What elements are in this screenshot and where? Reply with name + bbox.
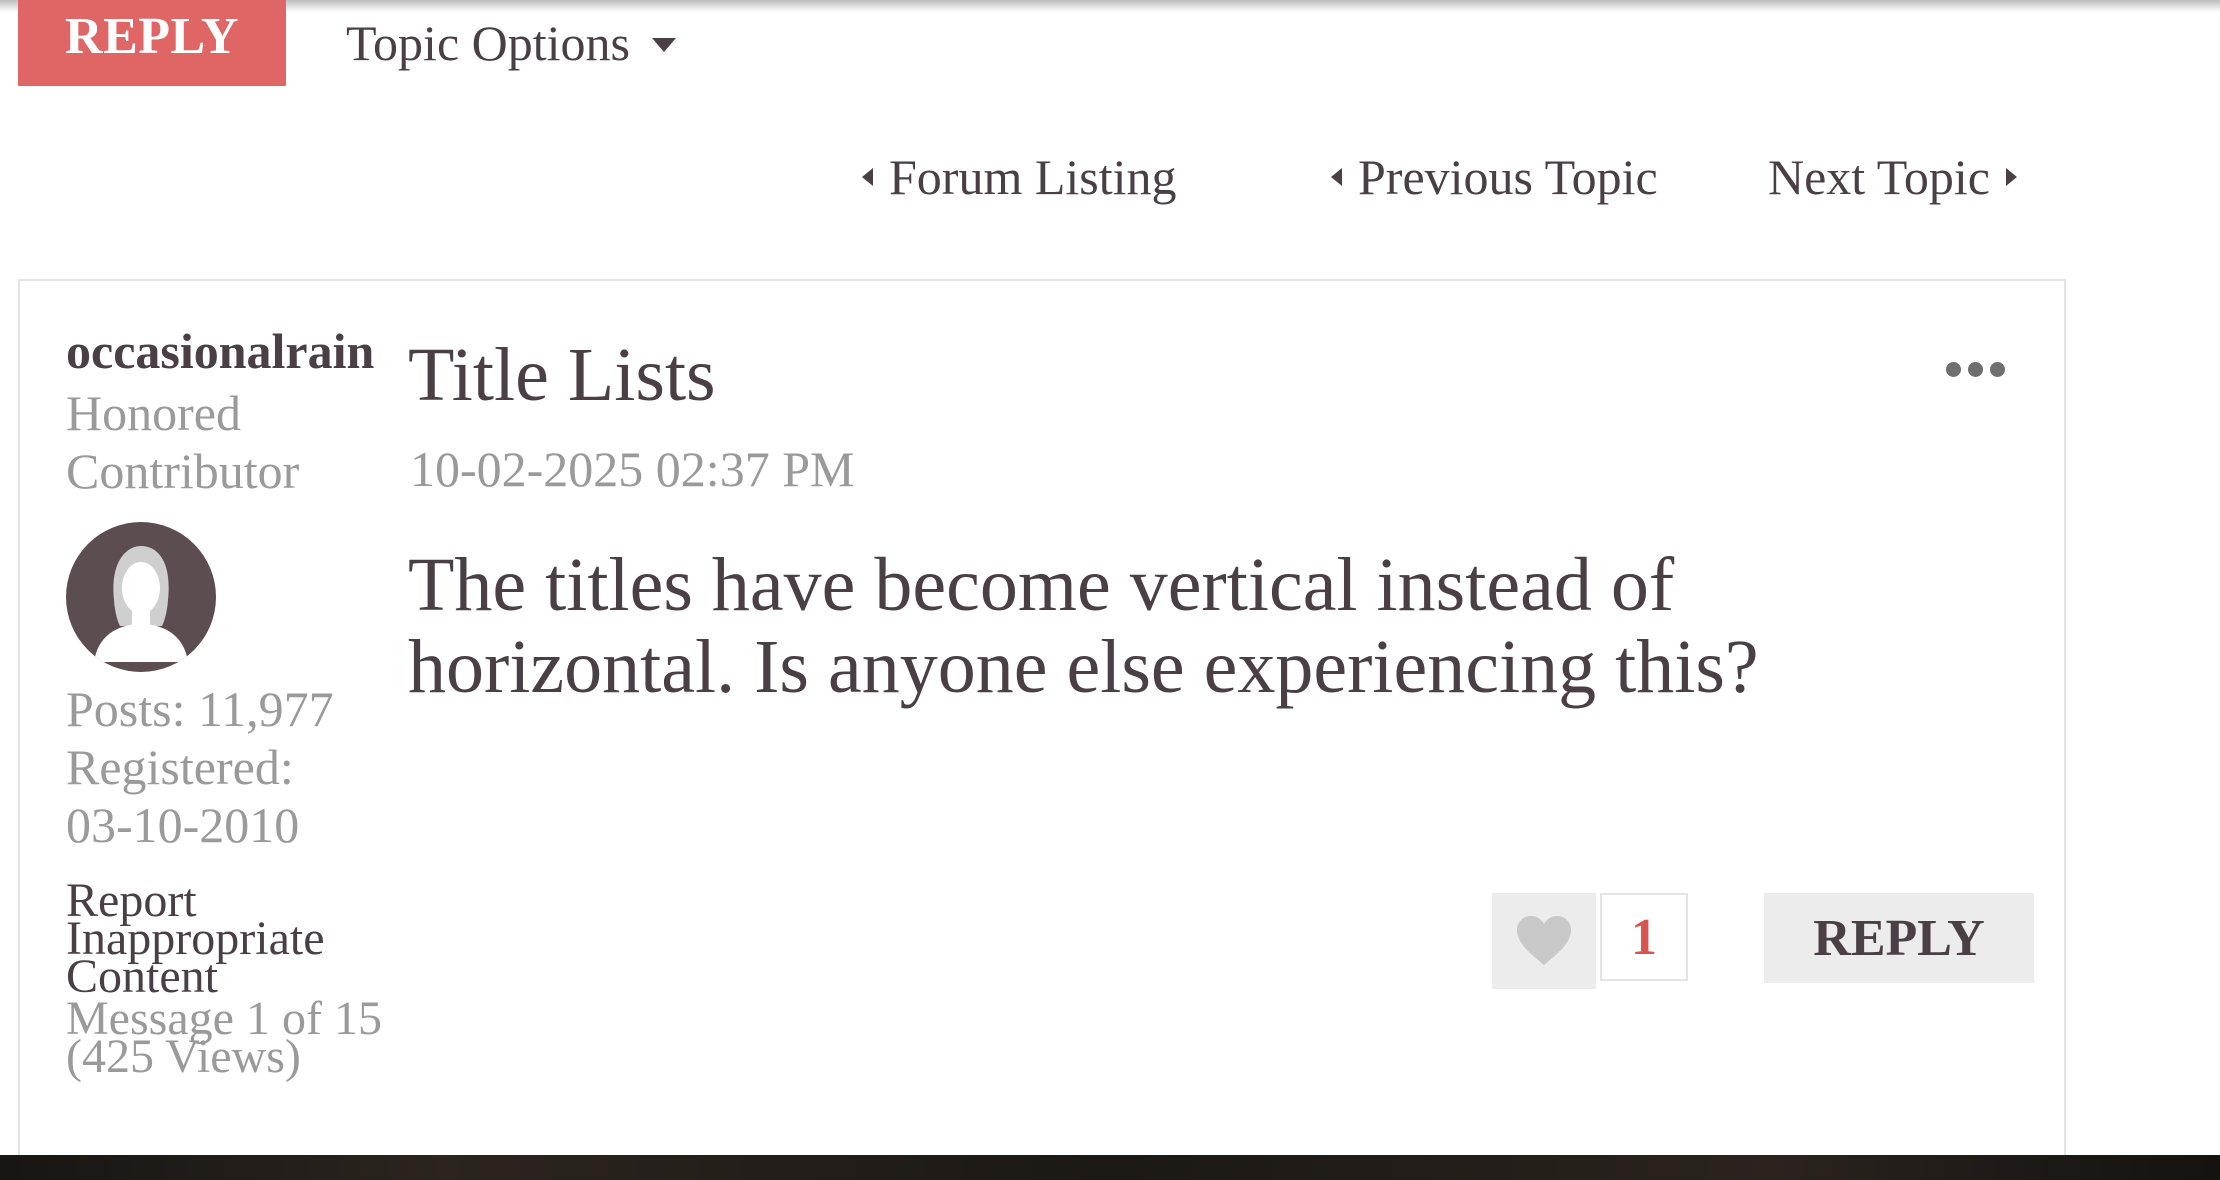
background-strip xyxy=(0,1155,2220,1180)
chevron-down-icon xyxy=(651,38,676,52)
top-shadow xyxy=(0,0,2220,12)
more-dot xyxy=(1990,362,2005,377)
caret-left-icon xyxy=(862,168,873,186)
more-dot xyxy=(1968,362,1983,377)
reply-button-top[interactable]: REPLY xyxy=(18,0,286,86)
reply-button[interactable]: REPLY xyxy=(1764,893,2034,983)
report-inappropriate-link[interactable]: Report Inappropriate Content xyxy=(66,877,386,1001)
next-topic-label: Next Topic xyxy=(1768,149,1990,205)
post-body: The titles have become vertical instead … xyxy=(408,543,1759,709)
message-count: Message 1 of 15 (425 Views) xyxy=(66,992,382,1083)
post-title: Title Lists xyxy=(408,333,716,417)
more-options-icon[interactable] xyxy=(1946,362,2005,377)
author-registered-date: 03-10-2010 xyxy=(66,797,300,853)
caret-left-icon xyxy=(1331,168,1342,186)
forum-listing-label: Forum Listing xyxy=(889,149,1177,205)
author-rank: Honored Contributor xyxy=(66,385,300,499)
author-username[interactable]: occasionalrain xyxy=(66,322,374,380)
author-stats: Posts: 11,977 Registered: 03-10-2010 xyxy=(66,680,396,854)
post-date: 10-02-2025 02:37 PM xyxy=(410,441,855,497)
previous-topic-link[interactable]: Previous Topic xyxy=(1331,148,1658,206)
next-topic-link[interactable]: Next Topic xyxy=(1768,148,2017,206)
topic-options-label: Topic Options xyxy=(346,15,630,71)
previous-topic-label: Previous Topic xyxy=(1358,149,1658,205)
forum-topic-page: REPLY Topic Options Forum Listing Previo… xyxy=(0,0,2220,1180)
more-dot xyxy=(1946,362,1961,377)
user-avatar-icon[interactable] xyxy=(66,522,216,672)
forum-listing-link[interactable]: Forum Listing xyxy=(862,148,1177,206)
topic-options-menu[interactable]: Topic Options xyxy=(346,14,676,72)
caret-right-icon xyxy=(2005,168,2017,186)
author-registered-label: Registered: xyxy=(66,739,294,795)
author-posts: Posts: 11,977 xyxy=(66,681,334,737)
kudo-button[interactable] xyxy=(1492,893,1596,989)
kudos-count[interactable]: 1 xyxy=(1600,893,1688,981)
heart-icon xyxy=(1517,916,1571,965)
